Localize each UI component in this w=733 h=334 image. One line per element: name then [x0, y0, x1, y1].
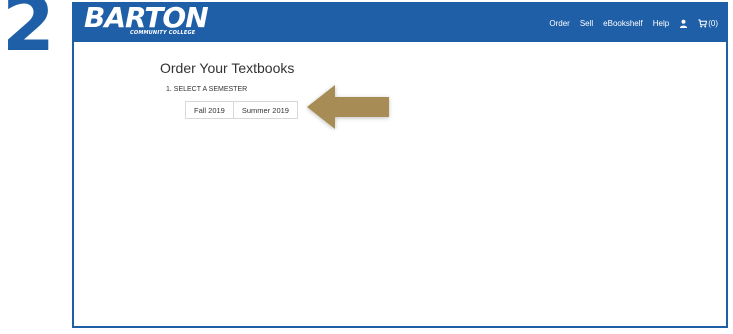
user-icon[interactable]: [679, 19, 688, 28]
semester-selector: Fall 2019 Summer 2019: [185, 101, 298, 119]
cart-button[interactable]: (0): [698, 19, 718, 28]
main-nav: Order Sell eBookshelf Help (0): [549, 4, 718, 42]
logo-subtext: COMMUNITY COLLEGE: [130, 30, 196, 36]
nav-sell[interactable]: Sell: [580, 19, 593, 28]
step-number: 2: [2, 0, 55, 68]
nav-help[interactable]: Help: [653, 19, 669, 28]
semester-button-summer-2019[interactable]: Summer 2019: [233, 101, 298, 119]
semester-button-fall-2019[interactable]: Fall 2019: [185, 101, 234, 119]
site-header: BARTON COMMUNITY COLLEGE Order Sell eBoo…: [74, 2, 726, 42]
arrow-left-icon: [307, 85, 389, 129]
page-title: Order Your Textbooks: [160, 60, 295, 76]
nav-order[interactable]: Order: [549, 19, 569, 28]
step-label: 1. SELECT A SEMESTER: [166, 86, 248, 93]
browser-frame: BARTON COMMUNITY COLLEGE Order Sell eBoo…: [72, 2, 728, 328]
cart-count: (0): [708, 18, 718, 28]
logo[interactable]: BARTON COMMUNITY COLLEGE: [84, 2, 224, 42]
cart-icon: [698, 18, 708, 28]
nav-ebookshelf[interactable]: eBookshelf: [603, 19, 643, 28]
